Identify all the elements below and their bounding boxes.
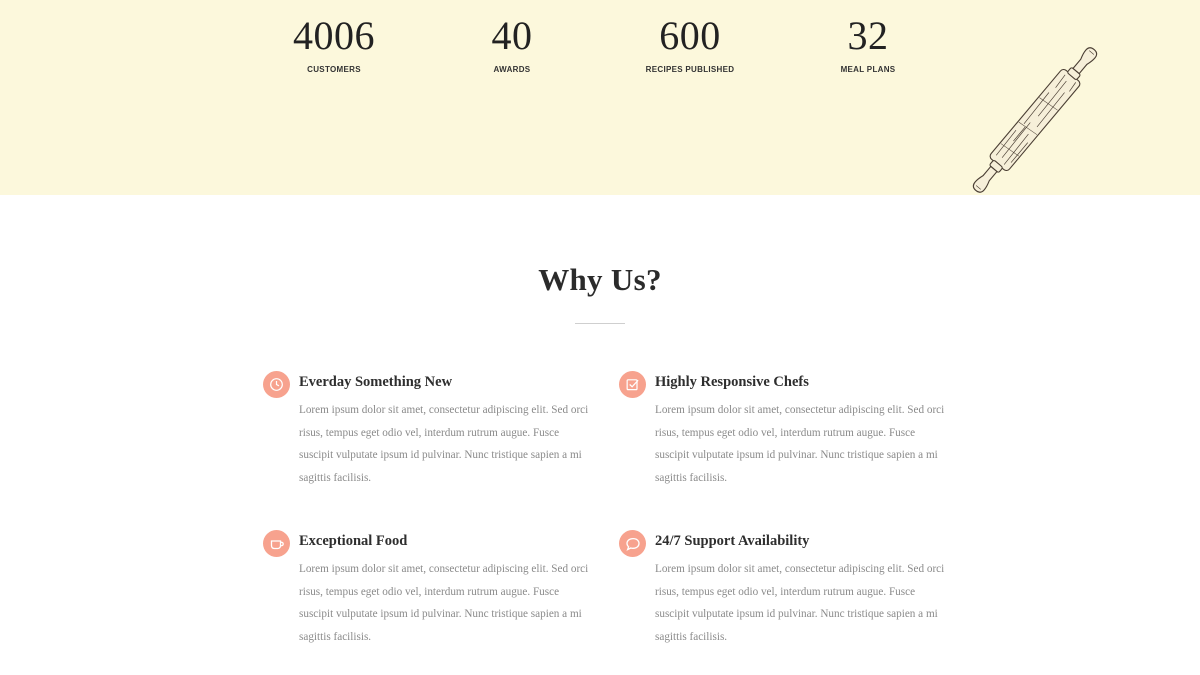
- rolling-pin-illustration: [972, 47, 1098, 193]
- stat-label: AWARDS: [493, 65, 531, 74]
- feature-title: Highly Responsive Chefs: [655, 374, 809, 390]
- stat-label: CUSTOMERS: [307, 65, 361, 74]
- stats-band: 4006 CUSTOMERS 40 AWARDS 600 RECIPES PUB…: [0, 0, 1200, 195]
- title-divider: [575, 323, 625, 324]
- stat-customers: 4006 CUSTOMERS: [254, 8, 414, 74]
- stat-recipes-published: 600 RECIPES PUBLISHED: [610, 8, 770, 74]
- stat-value: 4006: [293, 13, 375, 58]
- stat-label: RECIPES PUBLISHED: [645, 65, 735, 74]
- stat-value: 600: [659, 13, 721, 58]
- feature-title: 24/7 Support Availability: [655, 533, 810, 549]
- feature-title: Exceptional Food: [299, 533, 408, 549]
- cup-icon: [263, 530, 290, 557]
- feature-description: Lorem ipsum dolor sit amet, consectetur …: [655, 563, 945, 643]
- checkbox-icon: [619, 371, 646, 398]
- feature-description: Lorem ipsum dolor sit amet, consectetur …: [655, 404, 945, 484]
- stat-meal-plans: 32 MEAL PLANS: [788, 8, 948, 74]
- feature-description: Lorem ipsum dolor sit amet, consectetur …: [299, 563, 589, 643]
- clock-icon: [263, 371, 290, 398]
- stat-label: MEAL PLANS: [840, 65, 896, 74]
- feature-description: Lorem ipsum dolor sit amet, consectetur …: [299, 404, 589, 484]
- chat-bubble-icon: [619, 530, 646, 557]
- stat-value: 32: [847, 13, 889, 58]
- section-title: Why Us?: [538, 262, 662, 297]
- stat-value: 40: [491, 13, 533, 58]
- feature-title: Everday Something New: [299, 374, 453, 390]
- stat-awards: 40 AWARDS: [432, 8, 592, 74]
